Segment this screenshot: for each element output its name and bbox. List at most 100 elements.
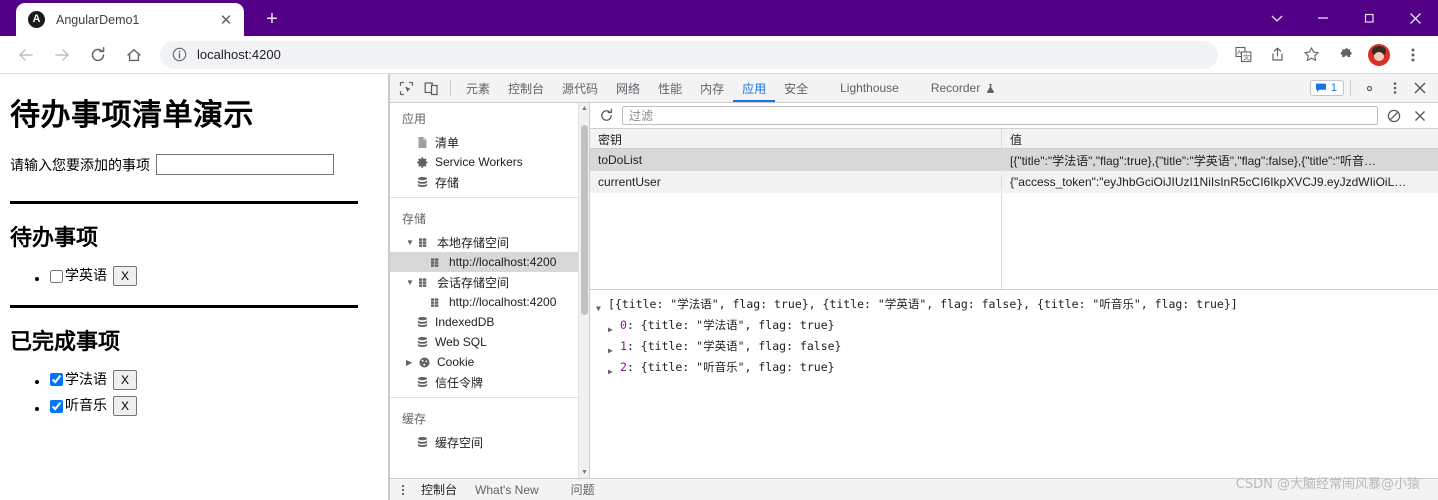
todo-checkbox[interactable]	[50, 269, 63, 283]
clear-all-icon[interactable]	[1384, 106, 1404, 126]
chevron-right-icon[interactable]: ▶	[608, 317, 620, 338]
inspect-element-icon[interactable]	[394, 76, 419, 101]
tab-elements[interactable]: 元素	[457, 74, 499, 102]
table-grid-icon	[418, 236, 431, 249]
sidebar-item-cache-storage[interactable]: 缓存空间	[390, 432, 578, 452]
address-bar[interactable]: localhost:4200	[160, 40, 1218, 69]
scrollbar-thumb[interactable]	[581, 125, 588, 315]
close-devtools-icon[interactable]	[1407, 76, 1432, 101]
preview-entry-index: 1	[620, 339, 627, 353]
tab-recorder-label: Recorder	[930, 81, 981, 95]
chevron-right-icon[interactable]: ▶	[406, 358, 416, 367]
reload-icon[interactable]	[83, 40, 113, 70]
list-item: 学法语 X	[50, 369, 378, 393]
drawer-tab-console[interactable]: 控制台	[412, 481, 466, 498]
toolbar-icon-group: 文A	[1226, 41, 1430, 69]
delete-selected-icon[interactable]	[1410, 106, 1430, 126]
preview-entry-line[interactable]: ▶ 0 : {title: "学法语", flag: true}	[596, 317, 1438, 338]
sidebar-item-label: Service Workers	[435, 155, 523, 169]
forward-icon[interactable]	[47, 40, 77, 70]
tab-console[interactable]: 控制台	[499, 74, 553, 102]
site-info-icon[interactable]	[172, 47, 187, 62]
more-options-kebab-icon[interactable]	[1382, 76, 1407, 101]
sidebar-item-indexeddb[interactable]: IndexedDB	[390, 312, 578, 332]
table-row[interactable]: toDoList [{"title":"学法语","flag":true},{"…	[590, 149, 1438, 171]
done-checkbox[interactable]	[50, 373, 63, 386]
tab-recorder[interactable]: Recorder	[922, 74, 1005, 102]
settings-gear-icon[interactable]	[1357, 76, 1382, 101]
extensions-puzzle-icon[interactable]	[1331, 41, 1359, 69]
sidebar-item-cookie[interactable]: ▶ Cookie	[390, 352, 578, 372]
done-row: 学法语 X	[50, 369, 138, 390]
sidebar-item-manifest[interactable]: 清单	[390, 132, 578, 152]
value-preview-panel: ▼ [{title: "学法语", flag: true}, {title: "…	[590, 290, 1438, 478]
tab-search-icon[interactable]	[1254, 0, 1300, 36]
tab-application[interactable]: 应用	[733, 74, 775, 102]
chevron-down-icon[interactable]: ▼	[596, 296, 608, 317]
delete-todo-button[interactable]: X	[113, 369, 138, 390]
tab-security[interactable]: 安全	[775, 74, 817, 102]
close-window-icon[interactable]	[1392, 0, 1438, 36]
messages-badge[interactable]: 1	[1309, 80, 1344, 96]
refresh-icon[interactable]	[596, 106, 616, 126]
sidebar-item-local-storage-origin[interactable]: http://localhost:4200	[390, 252, 578, 272]
sidebar-item-service-workers[interactable]: Service Workers	[390, 152, 578, 172]
database-icon	[416, 336, 429, 349]
home-icon[interactable]	[119, 40, 149, 70]
delete-todo-button[interactable]: X	[113, 396, 138, 416]
bookmark-star-icon[interactable]	[1297, 41, 1325, 69]
column-header-value[interactable]: 值	[1002, 129, 1438, 148]
back-icon[interactable]	[11, 40, 41, 70]
sidebar-item-local-storage[interactable]: ▼ 本地存储空间	[390, 232, 578, 252]
device-toolbar-icon[interactable]	[419, 76, 444, 101]
chrome-menu-kebab-icon[interactable]	[1399, 41, 1427, 69]
tab-performance[interactable]: 性能	[649, 74, 691, 102]
drawer-tab-issues[interactable]: 问题	[562, 481, 604, 498]
chevron-right-icon[interactable]: ▶	[608, 338, 620, 359]
gear-icon	[416, 156, 429, 169]
scrollbar-up-arrow-icon[interactable]: ▲	[579, 103, 589, 114]
scrollbar-down-arrow-icon[interactable]: ▼	[579, 467, 589, 478]
tab-memory[interactable]: 内存	[691, 74, 733, 102]
tab-lighthouse[interactable]: Lighthouse	[831, 74, 908, 102]
delete-todo-button[interactable]: X	[113, 266, 138, 286]
table-grid-icon	[418, 276, 431, 289]
sidebar-item-trust-tokens[interactable]: 信任令牌	[390, 372, 578, 392]
sidebar-item-storage[interactable]: 存储	[390, 172, 578, 192]
maximize-icon[interactable]	[1346, 0, 1392, 36]
browser-tab[interactable]: A AngularDemo1 ✕	[16, 3, 244, 36]
sidebar-item-session-storage[interactable]: ▼ 会话存储空间	[390, 272, 578, 292]
chevron-down-icon[interactable]: ▼	[406, 278, 416, 287]
storage-toolbar: 过滤	[590, 103, 1438, 129]
tab-title: AngularDemo1	[56, 12, 140, 27]
cookie-icon	[418, 356, 431, 369]
profile-avatar[interactable]	[1365, 41, 1393, 69]
preview-root-line[interactable]: ▼ [{title: "学法语", flag: true}, {title: "…	[596, 296, 1438, 317]
devtools-right-icons: 1	[1309, 76, 1438, 101]
drawer-tab-whats-new[interactable]: What's New	[466, 483, 548, 497]
preview-entry-line[interactable]: ▶ 2 : {title: "听音乐", flag: true}	[596, 359, 1438, 380]
sidebar-item-session-storage-origin[interactable]: http://localhost:4200	[390, 292, 578, 312]
tab-sources[interactable]: 源代码	[553, 74, 607, 102]
storage-filter-input[interactable]: 过滤	[622, 106, 1378, 125]
preview-entry-colon: :	[626, 360, 641, 374]
sidebar-item-label: http://localhost:4200	[449, 255, 557, 269]
preview-entry-colon: :	[626, 339, 641, 353]
translate-icon[interactable]: 文A	[1229, 41, 1257, 69]
add-todo-input[interactable]	[156, 154, 334, 175]
tab-close-icon[interactable]: ✕	[216, 10, 236, 30]
chevron-down-icon[interactable]: ▼	[406, 238, 416, 247]
sidebar-item-web-sql[interactable]: Web SQL	[390, 332, 578, 352]
sidebar-scrollbar[interactable]: ▲ ▼	[578, 103, 589, 478]
table-row[interactable]: currentUser {"access_token":"eyJhbGciOiJ…	[590, 171, 1438, 193]
drawer-more-kebab-icon[interactable]	[394, 484, 412, 496]
tab-network[interactable]: 网络	[607, 74, 649, 102]
column-header-key[interactable]: 密钥	[590, 129, 1002, 148]
share-icon[interactable]	[1263, 41, 1291, 69]
list-item: 学英语 X	[50, 266, 378, 289]
preview-entry-line[interactable]: ▶ 1 : {title: "学英语", flag: false}	[596, 338, 1438, 359]
done-checkbox[interactable]	[50, 399, 63, 413]
new-tab-button[interactable]: +	[258, 5, 286, 33]
minimize-icon[interactable]	[1300, 0, 1346, 36]
chevron-right-icon[interactable]: ▶	[608, 359, 620, 380]
